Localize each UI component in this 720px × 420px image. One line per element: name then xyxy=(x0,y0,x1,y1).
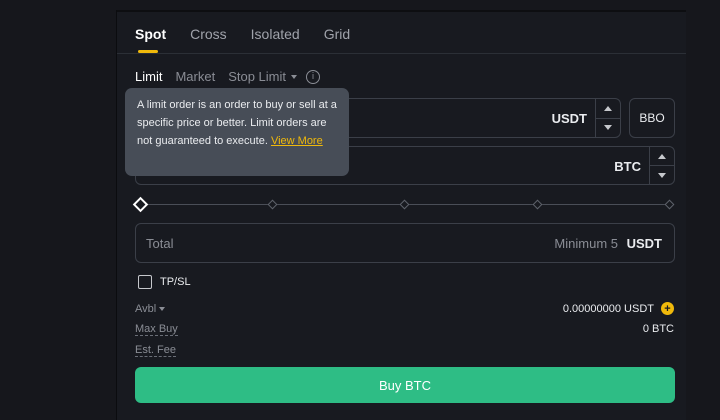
price-unit: USDT xyxy=(551,111,587,126)
avbl-label: Avbl xyxy=(135,303,157,315)
order-type-stop-limit[interactable]: Stop Limit xyxy=(228,69,297,84)
slider-mark-25[interactable] xyxy=(267,199,278,210)
tpsl-label: TP/SL xyxy=(160,276,191,288)
slider-mark-75[interactable] xyxy=(532,199,543,210)
total-unit: USDT xyxy=(626,236,662,251)
arrow-down-icon xyxy=(604,125,612,131)
tabs-divider xyxy=(117,53,686,54)
stop-limit-label: Stop Limit xyxy=(228,69,286,84)
avbl-row: Avbl 0.00000000 USDT + xyxy=(135,302,674,319)
est-fee-label: Est. Fee xyxy=(135,344,176,357)
trade-tabs: Spot Cross Isolated Grid xyxy=(135,26,374,53)
tab-cross[interactable]: Cross xyxy=(190,26,227,52)
chevron-down-icon xyxy=(291,74,297,79)
amount-decrement-button[interactable] xyxy=(650,165,674,184)
tpsl-checkbox[interactable] xyxy=(138,275,152,289)
arrow-up-icon xyxy=(658,153,666,159)
max-buy-value: 0 BTC xyxy=(642,323,674,335)
buy-button[interactable]: Buy BTC xyxy=(135,367,675,403)
order-type-market[interactable]: Market xyxy=(175,69,215,84)
chevron-down-icon xyxy=(159,307,166,312)
price-decrement-button[interactable] xyxy=(596,117,620,138)
max-buy-row: Max Buy 0 BTC xyxy=(135,323,674,339)
total-minimum: Minimum 5 xyxy=(554,236,618,251)
total-input[interactable]: Total Minimum 5 USDT xyxy=(135,223,675,263)
top-border xyxy=(117,10,686,12)
order-type-limit[interactable]: Limit xyxy=(135,69,162,84)
arrow-down-icon xyxy=(658,172,666,178)
amount-increment-button[interactable] xyxy=(650,147,674,165)
plus-circle-icon[interactable]: + xyxy=(661,302,674,315)
max-buy-label: Max Buy xyxy=(135,323,178,336)
avbl-selector[interactable]: Avbl xyxy=(135,303,166,315)
tab-isolated[interactable]: Isolated xyxy=(251,26,300,52)
amount-slider[interactable] xyxy=(132,196,675,213)
slider-mark-100[interactable] xyxy=(664,199,675,210)
slider-mark-50[interactable] xyxy=(399,199,410,210)
limit-order-tooltip: A limit order is an order to buy or sell… xyxy=(125,88,349,176)
info-icon[interactable]: i xyxy=(306,69,320,84)
price-increment-button[interactable] xyxy=(596,99,620,118)
view-more-link[interactable]: View More xyxy=(271,135,323,147)
tpsl-toggle[interactable]: TP/SL xyxy=(138,275,191,289)
arrow-up-icon xyxy=(604,105,612,111)
amount-stepper xyxy=(649,147,674,184)
tab-grid[interactable]: Grid xyxy=(324,26,350,52)
bbo-button[interactable]: BBO xyxy=(629,98,675,138)
order-type-selector: Limit Market Stop Limit i xyxy=(135,69,320,84)
trade-panel: Spot Cross Isolated Grid Limit Market St… xyxy=(116,10,686,420)
est-fee-row: Est. Fee xyxy=(135,344,674,360)
price-stepper xyxy=(595,99,620,137)
avbl-value: 0.00000000 USDT xyxy=(562,303,654,315)
amount-unit: BTC xyxy=(614,159,641,174)
tab-spot[interactable]: Spot xyxy=(135,26,166,53)
slider-handle[interactable] xyxy=(132,196,149,213)
total-placeholder: Total xyxy=(146,236,174,251)
